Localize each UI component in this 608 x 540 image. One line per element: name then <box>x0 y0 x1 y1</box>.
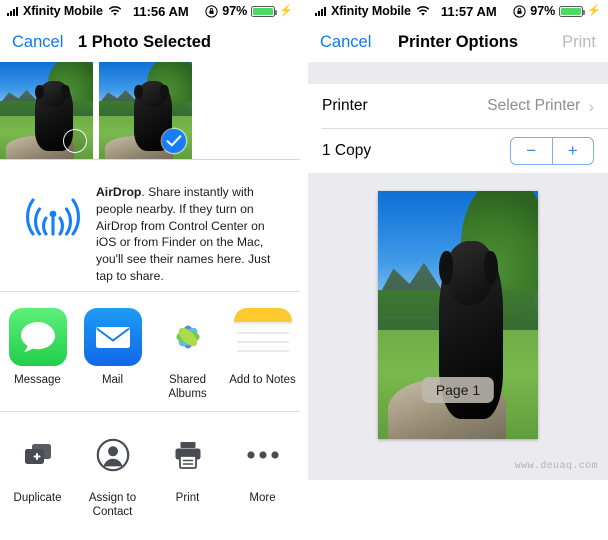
cellular-bars-icon <box>7 6 18 16</box>
cancel-button[interactable]: Cancel <box>12 33 63 52</box>
lightning-bolt-icon: ⚡ <box>587 4 601 17</box>
rotation-lock-icon <box>513 4 526 18</box>
share-app-label: Shared Albums <box>168 374 207 400</box>
decrement-copies-button[interactable]: − <box>511 138 553 164</box>
copies-label: 1 Copy <box>322 142 372 159</box>
share-app-label: Message <box>14 374 61 386</box>
duplicate-icon <box>8 426 67 484</box>
action-label: More <box>249 492 276 504</box>
carrier-label: Xfinity Mobile <box>331 4 411 18</box>
clock-left: 11:56 AM <box>132 3 189 19</box>
photo-thumbnail-1[interactable] <box>0 62 93 159</box>
section-gap <box>308 62 608 84</box>
wifi-icon <box>416 5 430 17</box>
messages-app-icon <box>8 308 67 366</box>
photo-thumbnail-2[interactable] <box>99 62 192 159</box>
share-app-shared-albums[interactable]: Shared Albums <box>150 308 225 402</box>
action-assign-to-contact[interactable]: Assign to Contact <box>75 426 150 520</box>
share-app-add-to-notes[interactable]: Add to Notes <box>225 308 300 388</box>
clock-right: 11:57 AM <box>440 3 497 19</box>
battery-percent-left: 97% <box>222 4 248 18</box>
copies-stepper[interactable]: − + <box>510 137 594 165</box>
nav-bar-left: Cancel 1 Photo Selected <box>0 22 300 62</box>
chevron-right-icon: › <box>588 96 594 116</box>
print-preview-area: Page 1 www.deuaq.com <box>308 173 608 480</box>
share-app-label: Mail <box>101 374 124 386</box>
action-label: Duplicate <box>13 492 62 504</box>
rotation-lock-icon <box>205 4 218 18</box>
watermark: www.deuaq.com <box>514 461 598 472</box>
wifi-icon <box>108 5 122 17</box>
status-bar-left: Xfinity Mobile 11:56 AM 97% ⚡ <box>0 0 300 22</box>
print-button[interactable]: Print <box>562 33 596 52</box>
lightning-bolt-icon: ⚡ <box>279 4 293 17</box>
checkmark-circle-icon[interactable] <box>162 129 186 153</box>
cellular-bars-icon <box>315 6 326 16</box>
cancel-button[interactable]: Cancel <box>320 33 371 52</box>
battery-icon <box>251 5 278 17</box>
action-more[interactable]: More <box>225 426 300 506</box>
print-preview-photo[interactable]: Page 1 <box>378 191 538 439</box>
printer-icon <box>158 426 217 484</box>
notes-app-icon <box>233 308 292 366</box>
actions-row: Duplicate Assign to Contact Print More <box>0 412 300 524</box>
printer-options-screen: Xfinity Mobile 11:57 AM 97% ⚡ Cancel Pri… <box>308 0 608 540</box>
photos-app-icon <box>158 308 217 366</box>
share-app-label: Add to Notes <box>229 374 296 386</box>
nav-bar-right: Cancel Printer Options Print <box>308 22 608 62</box>
page-badge: Page 1 <box>421 377 495 403</box>
person-circle-icon <box>83 426 142 484</box>
action-label: Assign to Contact <box>88 492 137 518</box>
circle-outline-icon[interactable] <box>63 129 87 153</box>
printer-row[interactable]: Printer Select Printer › <box>308 84 608 128</box>
share-sheet-screen: Xfinity Mobile 11:56 AM 97% ⚡ Cancel 1 P… <box>0 0 300 540</box>
share-app-mail[interactable]: Mail <box>75 308 150 388</box>
share-app-message[interactable]: Message <box>0 308 75 388</box>
battery-percent-right: 97% <box>530 4 556 18</box>
airdrop-title: AirDrop <box>96 185 142 199</box>
action-print[interactable]: Print <box>150 426 225 506</box>
printer-label: Printer <box>322 97 368 114</box>
mail-app-icon <box>83 308 142 366</box>
status-bar-right: Xfinity Mobile 11:57 AM 97% ⚡ <box>308 0 608 22</box>
action-label: Print <box>175 492 200 504</box>
airdrop-icon <box>22 188 84 250</box>
airdrop-section[interactable]: AirDrop. Share instantly with people nea… <box>0 160 300 291</box>
share-apps-row: Message Mail Shared Albums Add to Notes <box>0 292 300 411</box>
page-title-left: 1 Photo Selected <box>78 32 211 51</box>
copies-row: 1 Copy − + <box>308 129 608 173</box>
airdrop-body: . Share instantly with people nearby. If… <box>96 185 271 284</box>
ellipsis-icon <box>233 426 292 484</box>
increment-copies-button[interactable]: + <box>553 138 594 164</box>
carrier-label: Xfinity Mobile <box>23 4 103 18</box>
airdrop-description: AirDrop. Share instantly with people nea… <box>96 178 286 285</box>
action-duplicate[interactable]: Duplicate <box>0 426 75 506</box>
dual-screenshot: Xfinity Mobile 11:56 AM 97% ⚡ Cancel 1 P… <box>0 0 608 540</box>
selected-photos-strip <box>0 62 300 159</box>
battery-icon <box>559 5 586 17</box>
printer-value: Select Printer <box>487 97 581 114</box>
